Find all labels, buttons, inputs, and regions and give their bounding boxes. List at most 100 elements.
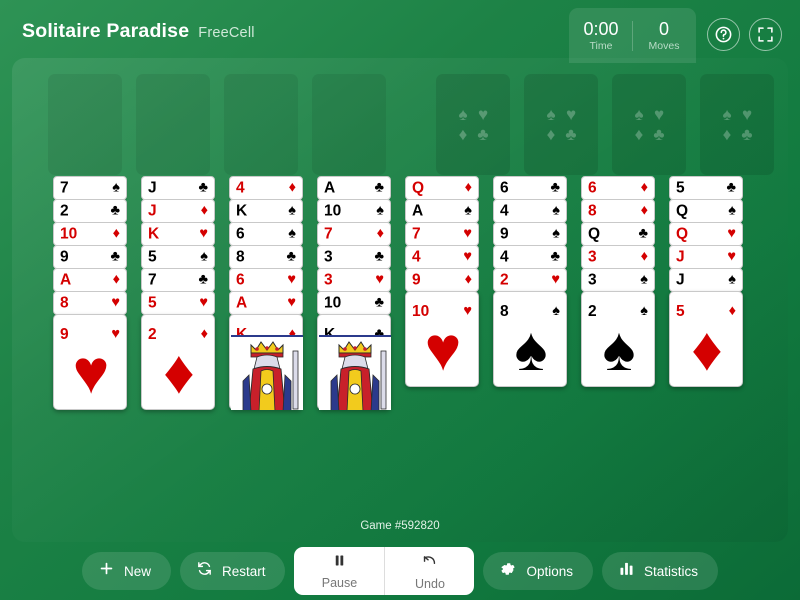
card-6-red[interactable]: 6 ♥ (229, 268, 303, 292)
card-J-red[interactable]: J ♦ (141, 199, 215, 223)
card-A-black[interactable]: A ♠ (405, 199, 479, 223)
card-A-red[interactable]: A ♥ (229, 291, 303, 315)
card-7-red[interactable]: 7 ♦ (317, 222, 391, 246)
card-7-black[interactable]: 7 ♠ (53, 176, 127, 200)
free-cell-4[interactable] (312, 74, 386, 175)
card-K-black[interactable]: K ♠ (229, 199, 303, 223)
tableau-column-8[interactable]: 5 ♣ Q ♠ Q ♥ J ♥ J ♠ 5 ♦ ♦ (669, 176, 743, 387)
card-9-red[interactable]: 9 ♦ (405, 268, 479, 292)
card-5-red[interactable]: 5 ♥ (141, 291, 215, 315)
card-suit-icon: ♣ (550, 248, 560, 265)
card-rank: 6 (588, 179, 597, 197)
card-K-red[interactable]: K♦ (229, 314, 303, 410)
card-Q-red[interactable]: Q ♦ (405, 176, 479, 200)
foundation-1[interactable]: ♠ ♥ ♦ ♣ (436, 74, 510, 175)
club-icon: ♣ (653, 125, 665, 144)
card-rank: 4 (500, 248, 509, 266)
card-8-red[interactable]: 8 ♥ (53, 291, 127, 315)
diamond-icon: ♦ (722, 125, 732, 144)
card-rank: 8 (236, 248, 245, 266)
fullscreen-button[interactable] (749, 18, 782, 51)
card-Q-black[interactable]: Q ♠ (669, 199, 743, 223)
spade-icon: ♠ (546, 105, 556, 124)
card-Q-red[interactable]: Q ♥ (669, 222, 743, 246)
card-5-red[interactable]: 5 ♦ ♦ (669, 291, 743, 387)
card-rank: 10 (324, 294, 342, 312)
statistics-button[interactable]: Statistics (602, 552, 719, 590)
card-4-black[interactable]: 4 ♣ (493, 245, 567, 269)
card-J-black[interactable]: J ♣ (141, 176, 215, 200)
tableau-column-3[interactable]: 4♦K♠6♠8♣6♥A♥K♦ (229, 176, 303, 410)
card-K-black[interactable]: K♣ (317, 314, 391, 410)
moves-value: 0 (658, 18, 669, 39)
card-5-black[interactable]: 5 ♠ (141, 245, 215, 269)
card-10-red[interactable]: 10 ♥ ♥ (405, 291, 479, 387)
card-K-red[interactable]: K ♥ (141, 222, 215, 246)
card-10-black[interactable]: 10 ♠ (317, 199, 391, 223)
tableau-column-2[interactable]: J ♣ J ♦ K ♥ 5 ♠ 7 ♣ 5 ♥ 2 ♦ ♦ (141, 176, 215, 410)
tableau-column-1[interactable]: 7 ♠ 2 ♣ 10 ♦ 9 ♣ A ♦ 8 ♥ 9 ♥ ♥ (53, 176, 127, 410)
foundation-suit-outline: ♠ ♥ ♦ ♣ (436, 74, 510, 175)
foundation-2[interactable]: ♠ ♥ ♦ ♣ (524, 74, 598, 175)
card-A-red[interactable]: A ♦ (53, 268, 127, 292)
card-suit-icon: ♦ (288, 179, 296, 196)
card-rank: J (676, 248, 685, 266)
card-suit-icon: ♠ (552, 225, 560, 242)
card-rank: 5 (148, 294, 157, 312)
card-9-red[interactable]: 9 ♥ ♥ (53, 314, 127, 410)
card-4-red[interactable]: 4 ♦ (229, 176, 303, 200)
card-suit-icon: ♥ (727, 248, 736, 265)
undo-button[interactable]: Undo (384, 547, 474, 595)
card-J-black[interactable]: J ♠ (669, 268, 743, 292)
foundation-4[interactable]: ♠ ♥ ♦ ♣ (700, 74, 774, 175)
card-8-black[interactable]: 8 ♠ ♠ (493, 291, 567, 387)
card-suit-icon: ♠ (112, 179, 120, 196)
card-2-black[interactable]: 2 ♣ (53, 199, 127, 223)
card-2-black[interactable]: 2 ♠ ♠ (581, 291, 655, 387)
card-3-red[interactable]: 3 ♥ (317, 268, 391, 292)
card-10-black[interactable]: 10 ♣ (317, 291, 391, 315)
restart-button[interactable]: Restart (179, 552, 286, 590)
fullscreen-expand-icon (758, 27, 773, 42)
card-7-red[interactable]: 7 ♥ (405, 222, 479, 246)
card-10-red[interactable]: 10 ♦ (53, 222, 127, 246)
free-cell-3[interactable] (224, 74, 298, 175)
card-4-black[interactable]: 4 ♠ (493, 199, 567, 223)
card-6-black[interactable]: 6 ♠ (229, 222, 303, 246)
card-3-black[interactable]: 3 ♣ (317, 245, 391, 269)
card-9-black[interactable]: 9 ♣ (53, 245, 127, 269)
card-6-black[interactable]: 6 ♣ (493, 176, 567, 200)
options-button[interactable]: Options (483, 552, 594, 590)
card-A-black[interactable]: A ♣ (317, 176, 391, 200)
card-2-red[interactable]: 2 ♦ ♦ (141, 314, 215, 410)
card-9-black[interactable]: 9 ♠ (493, 222, 567, 246)
card-rank: 7 (324, 225, 333, 243)
help-button[interactable] (707, 18, 740, 51)
card-8-red[interactable]: 8 ♦ (581, 199, 655, 223)
card-8-black[interactable]: 8 ♣ (229, 245, 303, 269)
card-3-black[interactable]: 3 ♠ (581, 268, 655, 292)
card-2-red[interactable]: 2 ♥ (493, 268, 567, 292)
tableau-column-4[interactable]: A♣10♠7♦3♣3♥10♣K♣ (317, 176, 391, 410)
card-5-black[interactable]: 5 ♣ (669, 176, 743, 200)
card-6-red[interactable]: 6 ♦ (581, 176, 655, 200)
card-7-black[interactable]: 7 ♣ (141, 268, 215, 292)
card-suit-icon: ♥ (375, 271, 384, 288)
card-rank: J (148, 202, 157, 220)
foundation-3[interactable]: ♠ ♥ ♦ ♣ (612, 74, 686, 175)
tableau-column-6[interactable]: 6 ♣ 4 ♠ 9 ♠ 4 ♣ 2 ♥ 8 ♠ ♠ (493, 176, 567, 387)
heart-icon: ♥ (477, 105, 489, 124)
new-button[interactable]: New (81, 552, 171, 590)
free-cell-2[interactable] (136, 74, 210, 175)
tableau-column-7[interactable]: 6 ♦ 8 ♦ Q ♣ 3 ♦ 3 ♠ 2 ♠ ♠ (581, 176, 655, 387)
card-J-red[interactable]: J ♥ (669, 245, 743, 269)
card-3-red[interactable]: 3 ♦ (581, 245, 655, 269)
card-4-red[interactable]: 4 ♥ (405, 245, 479, 269)
card-rank: 6 (236, 225, 245, 243)
card-Q-black[interactable]: Q ♣ (581, 222, 655, 246)
card-suit-icon: ♥ (111, 294, 120, 311)
free-cell-1[interactable] (48, 74, 122, 175)
tableau-column-5[interactable]: Q ♦ A ♠ 7 ♥ 4 ♥ 9 ♦ 10 ♥ ♥ (405, 176, 479, 387)
pause-button[interactable]: Pause (294, 547, 384, 595)
card-suit-icon: ♠ (728, 202, 736, 219)
